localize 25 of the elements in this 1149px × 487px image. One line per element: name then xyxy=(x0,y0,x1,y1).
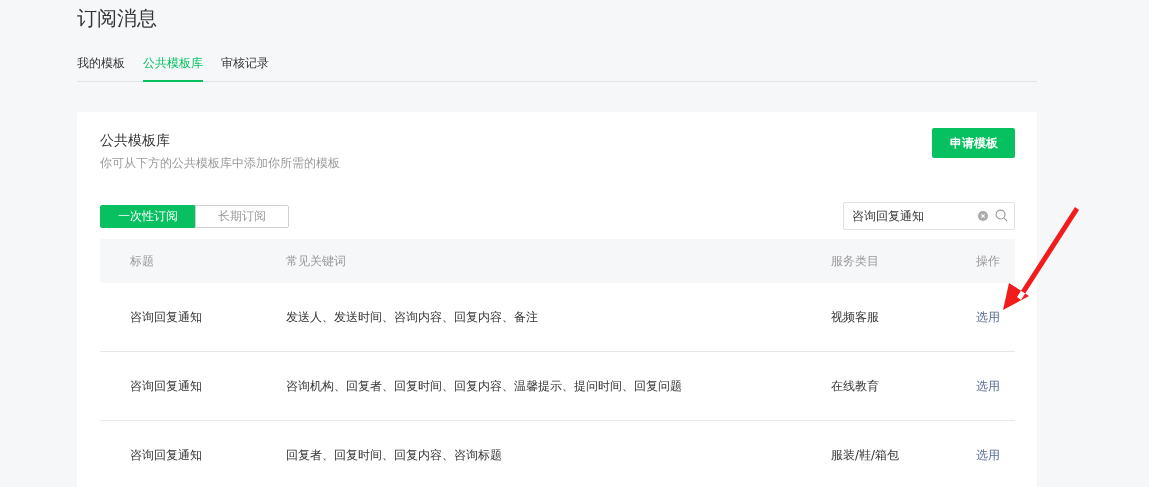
table-cell-text: 咨询回复通知 xyxy=(129,308,203,326)
column-header: 常见关键词 xyxy=(286,252,347,270)
table-cell-text: 服装/鞋/箱包 xyxy=(831,446,901,464)
column-header: 服务类目 xyxy=(831,252,880,270)
tab[interactable]: 审核记录 xyxy=(221,49,269,82)
table-cell-text: 咨询回复通知 xyxy=(129,446,203,464)
select-link[interactable]: 选用 xyxy=(976,308,1015,326)
table-cell-text: 发送人、发送时间、咨询内容、回复内容、备注 xyxy=(286,308,539,326)
search-field[interactable]: 咨询回复通知 xyxy=(843,202,1015,230)
column-header: 操作 xyxy=(976,252,1001,270)
table-cell-text: 咨询机构、回复者、回复时间、回复内容、温馨提示、提问时间、回复问题 xyxy=(286,377,683,395)
column-header: 标题 xyxy=(129,252,155,270)
select-link[interactable]: 选用 xyxy=(976,446,1015,464)
tab[interactable]: 我的模板 xyxy=(77,49,125,82)
search-icon[interactable] xyxy=(995,209,1008,222)
section-title: 公共模板库 xyxy=(100,131,171,150)
clear-icon[interactable] xyxy=(978,211,988,221)
section-description: 你可从下方的公共模板库中添加你所需的模板 xyxy=(100,155,340,172)
table-cell-text: 咨询回复通知 xyxy=(129,377,203,395)
select-link[interactable]: 选用 xyxy=(976,377,1015,395)
table-cell-text: 回复者、回复时间、回复内容、咨询标题 xyxy=(286,446,503,464)
segment-tab[interactable]: 长期订阅 xyxy=(195,204,289,228)
page-title: 订阅消息 xyxy=(77,5,158,31)
table-cell-text: 在线教育 xyxy=(831,377,880,395)
table-cell-text: 视频客服 xyxy=(831,308,880,326)
